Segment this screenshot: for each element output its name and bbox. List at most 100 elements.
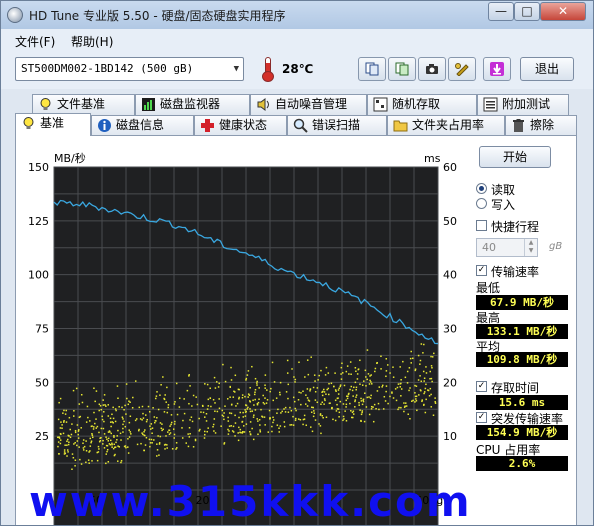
spinner-arrows-icon[interactable]: ▲ ▼: [524, 239, 537, 256]
access-time-point: [102, 427, 105, 430]
access-time-point: [123, 409, 125, 411]
access-time-point: [59, 442, 62, 445]
access-time-point: [62, 412, 64, 414]
access-time-point: [339, 385, 342, 388]
access-time-point: [66, 455, 68, 457]
access-time-point: [127, 446, 129, 448]
access-time-point: [77, 437, 80, 439]
y-tick-left: 25: [35, 430, 49, 443]
access-time-point: [189, 385, 191, 387]
access-time-point: [78, 446, 80, 448]
access-time-point: [349, 402, 351, 405]
access-time-point: [287, 397, 289, 400]
access-time-point: [152, 407, 154, 409]
access-time-point: [94, 400, 96, 403]
access-time-point: [113, 435, 115, 437]
access-time-point: [214, 410, 216, 412]
access-time-point: [150, 438, 153, 441]
access-time-checkbox[interactable]: ✓: [476, 381, 487, 392]
access-time-point: [155, 420, 157, 422]
access-time-point: [163, 411, 166, 413]
access-time-point: [400, 406, 402, 409]
access-time-point: [346, 397, 349, 400]
start-button[interactable]: 开始: [479, 146, 551, 168]
access-time-point: [244, 415, 247, 417]
access-time-point: [113, 454, 116, 457]
access-time-point: [128, 429, 130, 431]
access-time-point: [202, 411, 205, 414]
access-time-point: [397, 408, 399, 411]
access-time-point: [187, 445, 190, 448]
access-time-point: [247, 406, 249, 409]
access-time-point: [361, 384, 364, 386]
access-time-point: [298, 361, 300, 364]
access-time-point: [312, 406, 314, 409]
access-time-point: [132, 396, 134, 399]
max-value: 133.1 MB/秒: [476, 324, 568, 339]
access-time-point: [286, 372, 289, 374]
access-time-point: [104, 404, 106, 406]
access-time-point: [95, 427, 98, 429]
access-time-point: [118, 406, 120, 408]
access-time-point: [273, 419, 275, 421]
write-radio[interactable]: [476, 198, 487, 209]
access-time-point: [421, 399, 424, 401]
access-time-point: [407, 413, 409, 415]
access-time-point: [369, 397, 372, 399]
access-time-point: [264, 424, 266, 426]
access-time-point: [409, 387, 411, 389]
avg-value: 109.8 MB/秒: [476, 352, 568, 367]
access-time-point: [146, 418, 148, 421]
access-time-point: [433, 352, 435, 355]
access-time-point: [359, 409, 361, 411]
access-time-point: [209, 387, 211, 390]
burst-rate-checkbox[interactable]: ✓: [476, 412, 487, 423]
access-time-point: [169, 432, 172, 434]
access-time-point: [116, 435, 119, 437]
access-time-point: [209, 397, 212, 399]
access-time-point: [189, 419, 191, 421]
short-stroke-checkbox[interactable]: [476, 220, 487, 231]
access-time-point: [142, 433, 144, 436]
transfer-rate-checkbox[interactable]: ✓: [476, 265, 487, 276]
access-time-point: [206, 383, 209, 386]
access-time-point: [246, 374, 249, 376]
access-time-point: [71, 468, 73, 471]
access-time-point: [101, 418, 104, 421]
access-time-point: [362, 400, 365, 403]
access-time-point: [336, 408, 339, 410]
access-time-point: [324, 399, 326, 402]
access-time-point: [74, 431, 77, 434]
access-time-point: [247, 370, 250, 372]
access-time-point: [151, 442, 153, 444]
access-time-point: [58, 453, 60, 455]
access-time-point: [64, 444, 66, 446]
access-time-point: [203, 437, 206, 439]
access-time-point: [153, 416, 156, 418]
access-time-point: [420, 380, 423, 383]
access-time-point: [98, 448, 100, 450]
access-time-point: [431, 380, 433, 383]
access-time-point: [91, 433, 93, 435]
access-time-point: [314, 399, 317, 401]
access-time-point: [214, 402, 216, 404]
access-time-point: [122, 423, 124, 426]
access-time-point: [289, 406, 291, 409]
short-stroke-spinner[interactable]: 40 ▲ ▼: [476, 238, 538, 257]
access-time-point: [64, 452, 67, 455]
access-time-point: [323, 398, 326, 400]
access-time-point: [210, 405, 212, 408]
access-time-point: [350, 410, 352, 412]
access-time-point: [173, 437, 175, 439]
access-time-point: [90, 441, 92, 444]
read-radio[interactable]: [476, 183, 487, 194]
access-time-point: [242, 416, 245, 418]
access-time-point: [365, 406, 368, 408]
access-time-point: [245, 404, 248, 407]
access-time-point: [351, 389, 354, 392]
access-time-point: [331, 406, 333, 409]
access-time-point: [189, 432, 191, 435]
access-time-point: [178, 406, 181, 408]
short-stroke-label: 快捷行程: [491, 220, 540, 234]
watermark-text: www.315kkk.com: [29, 477, 472, 526]
